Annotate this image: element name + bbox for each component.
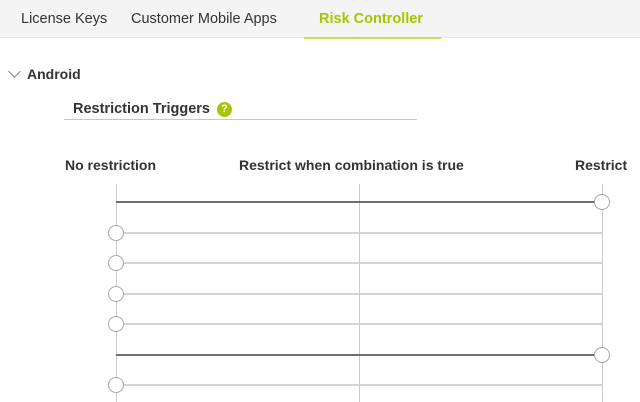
slider-knob[interactable] — [108, 225, 124, 241]
slider-track[interactable] — [116, 293, 602, 295]
restriction-sliders — [0, 184, 640, 402]
slider-knob[interactable] — [108, 255, 124, 271]
gridline-restrict — [602, 184, 603, 402]
slider-knob[interactable] — [108, 316, 124, 332]
slider-track[interactable] — [116, 232, 602, 234]
column-label-no-restriction: No restriction — [65, 157, 157, 173]
slider-knob[interactable] — [108, 286, 124, 302]
help-icon[interactable]: ? — [216, 101, 232, 117]
tab-bar: License Keys Customer Mobile Apps Risk C… — [0, 0, 640, 39]
active-tab-indicator — [304, 37, 441, 39]
restriction-triggers-heading: Restriction Triggers ? — [73, 98, 232, 120]
heading-underline — [64, 119, 417, 120]
column-label-restrict: Restrict — [575, 157, 628, 173]
tab-customer-mobile-apps[interactable]: Customer Mobile Apps — [131, 0, 277, 38]
android-section-toggle[interactable]: Android — [8, 63, 81, 85]
slider-track[interactable] — [116, 354, 602, 356]
slider-track[interactable] — [116, 384, 602, 386]
restriction-triggers-title: Restriction Triggers — [73, 101, 210, 117]
slider-knob[interactable] — [594, 347, 610, 363]
slider-knob[interactable] — [594, 194, 610, 210]
slider-track[interactable] — [116, 262, 602, 264]
tab-risk-controller[interactable]: Risk Controller — [319, 0, 423, 38]
slider-knob[interactable] — [108, 377, 124, 393]
section-title: Android — [27, 66, 81, 82]
chevron-down-icon — [8, 65, 21, 78]
slider-track[interactable] — [116, 323, 602, 325]
tab-license-keys[interactable]: License Keys — [21, 0, 107, 38]
slider-track[interactable] — [116, 201, 602, 203]
column-label-combination: Restrict when combination is true — [239, 157, 464, 173]
